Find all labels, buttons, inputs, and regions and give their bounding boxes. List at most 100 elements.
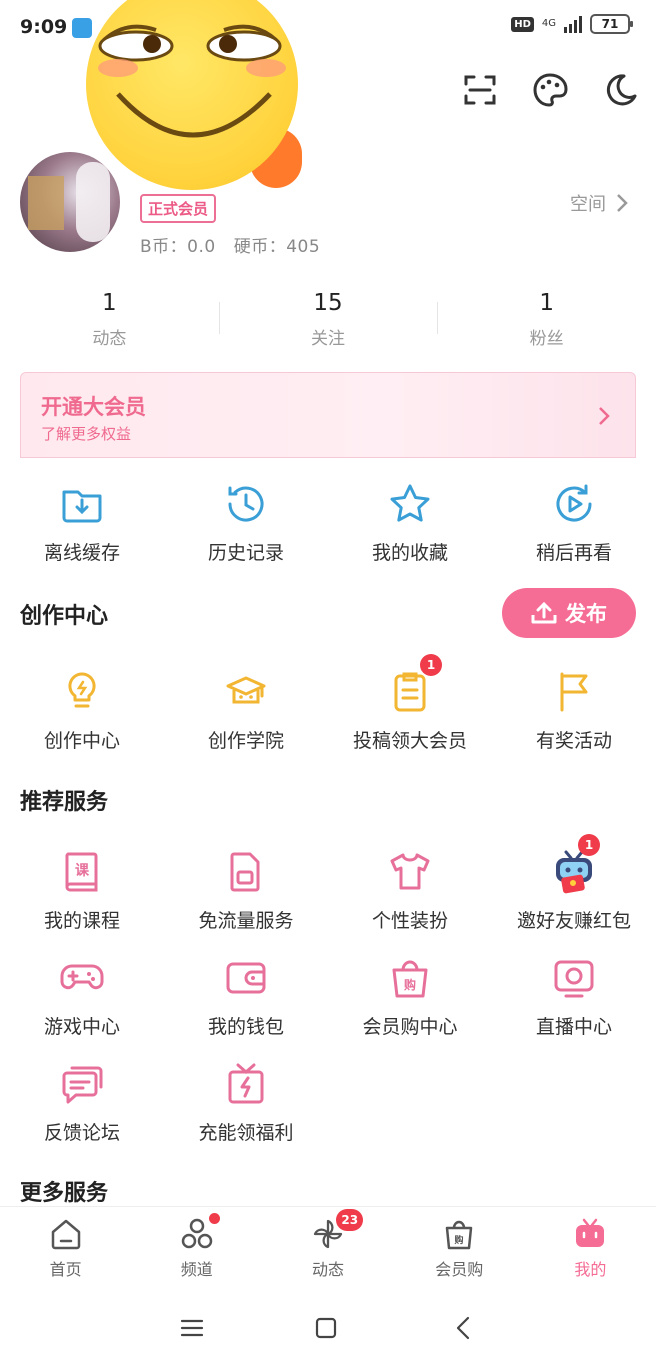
quick-actions-row: 离线缓存 历史记录 我的收藏 稍后再看 [0,480,656,565]
service-label: 充能领福利 [198,1122,294,1144]
service-label: 反馈论坛 [43,1122,120,1144]
home-icon [51,1219,80,1250]
stat-value: 1 [102,290,117,316]
live-center-item[interactable]: 直播中心 [492,954,656,1039]
flag-icon [560,672,588,712]
watch-later-icon [556,484,592,522]
free-data-service-item[interactable]: 免流量服务 [164,848,328,933]
stat-label: 关注 [311,329,345,349]
space-link-label: 空间 [570,194,606,215]
stat-label: 粉丝 [529,329,564,349]
service-label: 个性装扮 [371,910,448,932]
bottom-tab-bar: 首页 频道 23 动态 购 会员购 我的 [0,1206,656,1290]
personal-dressup-item[interactable]: 个性装扮 [328,848,492,933]
recommended-row-3: 反馈论坛 充能领福利 [0,1060,656,1145]
game-center-item[interactable]: 游戏中心 [0,954,164,1039]
tv-icon [576,1218,605,1247]
tab-label: 会员购 [435,1260,484,1279]
coin-count: 硬币：405 [233,237,321,257]
tshirt-icon [390,853,430,890]
quick-action-label: 稍后再看 [535,542,612,564]
section-title-more-services: 更多服务 [20,1181,109,1206]
notification-badge: 1 [420,654,442,676]
service-label: 邀好友赚红包 [516,910,631,932]
theme-palette-icon[interactable] [532,72,568,108]
academy-icon [226,676,266,704]
menu-icon[interactable] [178,1314,206,1342]
service-label: 直播中心 [535,1016,612,1038]
publish-button-label: 发布 [565,602,607,626]
quick-action-watch-later[interactable]: 稍后再看 [492,480,656,565]
tab-member-shop[interactable]: 购 会员购 [394,1207,525,1290]
stat-value: 1 [539,290,554,316]
chevron-right-icon [617,194,628,212]
tab-mine[interactable]: 我的 [525,1207,656,1290]
submit-for-vip-item[interactable]: 1 投稿领大会员 [328,654,492,753]
b-coin-balance: B币：0.0 [140,237,216,257]
quick-action-favorites[interactable]: 我的收藏 [328,480,492,565]
service-label: 免流量服务 [198,910,294,932]
creation-center-item[interactable]: 创作中心 [0,668,164,753]
gamepad-icon [60,964,104,990]
creation-item-label: 创作学院 [207,730,284,752]
svg-text:购: 购 [455,1234,464,1246]
creation-academy-item[interactable]: 创作学院 [164,668,328,753]
sim-card-icon [230,852,260,892]
lightbulb-icon [68,672,96,708]
recommended-row-2: 游戏中心 我的钱包 购 会员购中心 直播中心 [0,954,656,1039]
vip-banner-subtitle: 了解更多权益 [41,425,132,443]
tab-label: 动态 [312,1260,345,1279]
chevron-right-icon [599,407,610,425]
star-icon [390,484,430,522]
service-label: 会员购中心 [362,1016,458,1038]
signal-icon [564,15,582,33]
vip-banner[interactable]: 开通大会员 了解更多权益 [20,372,636,458]
section-title-creation: 创作中心 [20,604,109,629]
stat-dynamics[interactable]: 1 动态 [0,286,219,356]
system-navigation-bar [0,1290,656,1365]
quick-action-label: 历史记录 [207,542,284,564]
my-courses-item[interactable]: 课 我的课程 [0,848,164,933]
emoji-sticker [86,0,298,190]
tab-home[interactable]: 首页 [0,1207,131,1290]
back-icon[interactable] [450,1314,478,1342]
avatar[interactable] [20,152,120,252]
quick-action-label: 离线缓存 [43,542,120,564]
creation-item-label: 创作中心 [43,730,120,752]
tab-label: 首页 [49,1260,82,1279]
battery-icon: 71 [590,14,633,34]
shopping-bag-icon: 购 [392,960,428,998]
quick-action-label: 我的收藏 [371,542,448,564]
stats-row: 1 动态 15 关注 1 粉丝 [0,286,656,356]
section-title-recommended: 推荐服务 [20,790,109,815]
charge-welfare-item[interactable]: 充能领福利 [164,1060,328,1145]
chat-bubbles-icon [62,1066,103,1104]
invite-friends-item[interactable]: 1 邀好友赚红包 [492,834,656,933]
space-link[interactable]: 空间 [570,190,628,216]
svg-text:购: 购 [404,977,416,992]
stat-fans[interactable]: 1 粉丝 [437,286,656,356]
stat-label: 动态 [92,329,127,349]
rewards-activity-item[interactable]: 有奖活动 [492,668,656,753]
publish-button[interactable]: 发布 [502,588,636,638]
home-square-icon[interactable] [312,1314,340,1342]
my-wallet-item[interactable]: 我的钱包 [164,954,328,1039]
feedback-forum-item[interactable]: 反馈论坛 [0,1060,164,1145]
quick-action-offline-cache[interactable]: 离线缓存 [0,480,164,565]
quick-action-history[interactable]: 历史记录 [164,480,328,565]
notification-badge: 1 [578,834,600,856]
coin-balance: B币：0.0 硬币：405 [140,232,320,257]
course-book-icon: 课 [65,852,98,892]
tab-dynamics[interactable]: 23 动态 [262,1207,393,1290]
stat-following[interactable]: 15 关注 [218,286,438,356]
creation-item-label: 有奖活动 [535,730,612,752]
night-mode-moon-icon[interactable] [602,72,638,108]
scan-icon[interactable] [462,72,498,108]
upload-icon [531,601,557,624]
notification-dot [209,1213,221,1224]
tab-channel[interactable]: 频道 [131,1207,262,1290]
shopping-bag-icon: 购 [445,1220,473,1250]
status-time: 9:09 [20,16,68,38]
member-shop-center-item[interactable]: 购 会员购中心 [328,954,492,1039]
recommended-row-1: 课 我的课程 免流量服务 个性装扮 1 邀好友赚红包 [0,834,656,933]
